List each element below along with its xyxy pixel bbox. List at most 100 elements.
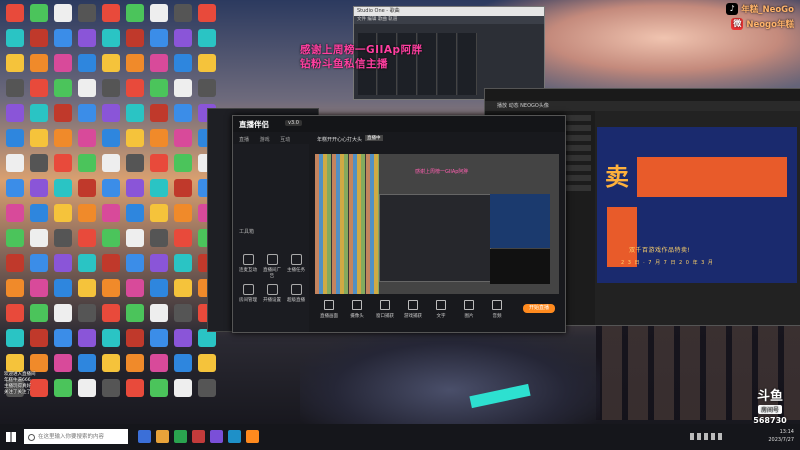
desktop-app-icon[interactable]: [6, 104, 24, 122]
desktop-app-icon[interactable]: [198, 354, 216, 372]
desktop-app-icon[interactable]: [78, 129, 96, 147]
desktop-app-icon[interactable]: [150, 354, 168, 372]
desktop-app-icon[interactable]: [126, 29, 144, 47]
desktop-app-icon[interactable]: [30, 79, 48, 97]
desktop-app-icon[interactable]: [6, 204, 24, 222]
live-title[interactable]: 年糕开开心心打大头: [317, 136, 362, 143]
system-clock[interactable]: 13:14 2023/7/27: [768, 428, 794, 444]
desktop-app-icon[interactable]: [6, 279, 24, 297]
desktop-app-icon[interactable]: [150, 379, 168, 397]
desktop-app-icon[interactable]: [30, 129, 48, 147]
desktop-app-icon[interactable]: [174, 129, 192, 147]
desktop-app-icon[interactable]: [198, 29, 216, 47]
desktop-app-icon[interactable]: [126, 354, 144, 372]
desktop-app-icon[interactable]: [126, 204, 144, 222]
stream-preview[interactable]: 感谢上周榜一GIIAp阿胖: [315, 154, 559, 294]
desktop-app-icon[interactable]: [6, 54, 24, 72]
tool-item[interactable]: 房间管理: [237, 284, 259, 303]
desktop-app-icon[interactable]: [150, 179, 168, 197]
desktop-app-icon[interactable]: [102, 304, 120, 322]
desktop-app-icon[interactable]: [174, 29, 192, 47]
source-audio[interactable]: 音频: [483, 300, 511, 319]
desktop-app-icon[interactable]: [54, 179, 72, 197]
desktop-app-icon[interactable]: [54, 129, 72, 147]
desktop-app-icon[interactable]: [78, 104, 96, 122]
desktop-app-icon[interactable]: [54, 279, 72, 297]
tab-live[interactable]: 直播: [239, 137, 249, 143]
desktop-app-icon[interactable]: [150, 204, 168, 222]
promo-banner[interactable]: 卖 双千百游戏作品特卖! 2 3 日 · 7 月 7 日 2 0 年 3 月: [597, 127, 797, 283]
desktop-app-icon[interactable]: [150, 54, 168, 72]
windows-start-icon[interactable]: [6, 432, 16, 442]
desktop-app-icon[interactable]: [30, 329, 48, 347]
live-studio-window[interactable]: 直播伴侣 v3.0 直播 游戏 互动 年糕开开心心打大头 直播中 工具箱 连麦互…: [232, 115, 566, 333]
desktop-app-icon[interactable]: [6, 229, 24, 247]
desktop-app-icon[interactable]: [126, 4, 144, 22]
mixer-channel[interactable]: [438, 33, 457, 95]
desktop-app-icon[interactable]: [150, 154, 168, 172]
desktop-app-icon[interactable]: [150, 229, 168, 247]
desktop-app-icon[interactable]: [78, 279, 96, 297]
desktop-app-icon[interactable]: [150, 104, 168, 122]
tool-item[interactable]: 超级直播: [285, 284, 307, 303]
desktop-app-icon[interactable]: [126, 129, 144, 147]
source-game[interactable]: 游戏捕获: [399, 300, 427, 319]
desktop-app-icon[interactable]: [150, 254, 168, 272]
desktop-app-icon[interactable]: [126, 104, 144, 122]
mixer-menu[interactable]: 文件 编辑 歌曲 轨道: [354, 16, 544, 24]
desktop-app-icon[interactable]: [6, 129, 24, 147]
desktop-app-icon[interactable]: [78, 329, 96, 347]
desktop-app-icon[interactable]: [150, 279, 168, 297]
desktop-app-icon[interactable]: [126, 279, 144, 297]
desktop-app-icon[interactable]: [30, 4, 48, 22]
desktop-app-icon[interactable]: [174, 354, 192, 372]
desktop-app-icon[interactable]: [30, 179, 48, 197]
desktop-app-icon[interactable]: [30, 304, 48, 322]
desktop-app-icon[interactable]: [6, 179, 24, 197]
desktop-app-icon[interactable]: [126, 329, 144, 347]
desktop-app-icon[interactable]: [174, 304, 192, 322]
desktop-app-icon[interactable]: [174, 329, 192, 347]
desktop-app-icon[interactable]: [174, 54, 192, 72]
desktop-app-icon[interactable]: [102, 54, 120, 72]
desktop-app-icon[interactable]: [126, 304, 144, 322]
desktop-app-icon[interactable]: [78, 304, 96, 322]
desktop-app-icon[interactable]: [174, 104, 192, 122]
taskbar-search-input[interactable]: [24, 429, 128, 444]
desktop-app-icon[interactable]: [78, 154, 96, 172]
desktop-app-icon[interactable]: [30, 254, 48, 272]
studio-header[interactable]: 直播伴侣 v3.0: [233, 116, 565, 132]
desktop-app-icon[interactable]: [198, 54, 216, 72]
desktop-app-icon[interactable]: [174, 254, 192, 272]
go-live-button[interactable]: 开始直播: [523, 304, 555, 313]
desktop-app-icon[interactable]: [198, 379, 216, 397]
desktop-app-icon[interactable]: [102, 104, 120, 122]
desktop-app-icon[interactable]: [102, 329, 120, 347]
tool-item[interactable]: 主播任务: [285, 254, 307, 273]
desktop-app-icon[interactable]: [102, 4, 120, 22]
desktop-app-icon[interactable]: [54, 154, 72, 172]
source-camera[interactable]: 摄像头: [343, 300, 371, 319]
taskbar-app-icon[interactable]: [246, 430, 259, 443]
desktop-app-icon[interactable]: [126, 254, 144, 272]
desktop-app-icon[interactable]: [6, 329, 24, 347]
desktop-app-icon[interactable]: [30, 29, 48, 47]
taskbar-app-icon[interactable]: [156, 430, 169, 443]
desktop-app-icon[interactable]: [6, 4, 24, 22]
taskbar-app-icon[interactable]: [174, 430, 187, 443]
desktop-app-icon[interactable]: [6, 79, 24, 97]
desktop-app-icon[interactable]: [54, 4, 72, 22]
desktop-app-icon[interactable]: [30, 54, 48, 72]
desktop-app-icon[interactable]: [6, 154, 24, 172]
desktop-app-icon[interactable]: [174, 379, 192, 397]
desktop-app-icon[interactable]: [54, 254, 72, 272]
desktop-app-icon[interactable]: [30, 279, 48, 297]
desktop-app-icon[interactable]: [78, 179, 96, 197]
desktop-app-icon[interactable]: [102, 179, 120, 197]
desktop-app-icon[interactable]: [102, 354, 120, 372]
desktop-app-icon[interactable]: [54, 354, 72, 372]
desktop-app-icon[interactable]: [30, 354, 48, 372]
taskbar-app-icon[interactable]: [228, 430, 241, 443]
desktop-app-icon[interactable]: [6, 254, 24, 272]
desktop-app-icon[interactable]: [78, 254, 96, 272]
